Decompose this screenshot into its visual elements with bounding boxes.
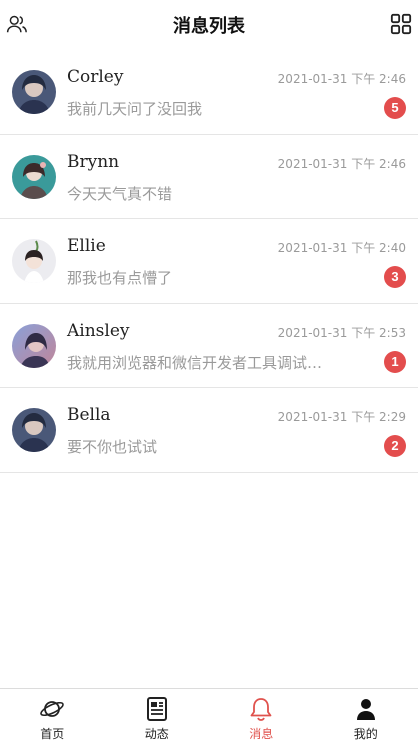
header-bar: 消息列表 [0,0,418,50]
unread-badge: 2 [384,435,406,457]
message-time: 2021-01-31 下午 2:29 [277,410,406,424]
message-preview: 要不你也试试 [67,438,158,456]
message-item-ainsley[interactable]: Ainsley 2021-01-31 下午 2:53 我就用浏览器和微信开发者工… [0,304,418,388]
avatar [12,323,56,368]
contact-name: Corley [67,67,124,87]
avatar [12,70,56,114]
unread-badge: 5 [384,97,406,119]
contacts-icon[interactable] [6,13,28,35]
contact-name: Ainsley [67,320,130,341]
tab-feed[interactable]: 动态 [105,689,210,744]
message-preview: 今天天气真不错 [67,184,173,203]
tab-label: 我的 [353,727,378,741]
unread-badge: 3 [384,266,406,288]
bell-icon [250,698,272,721]
tab-home[interactable]: 首页 [0,689,105,744]
contact-name: Bella [67,405,111,425]
bottom-tab-bar: 首页 动态 消息 我的 [0,688,418,744]
message-list: Corley 2021-01-31 下午 2:46 我前几天问了没回我 5 Br… [0,50,418,473]
message-preview: 我前几天问了没回我 [67,100,203,118]
message-item-bella[interactable]: Bella 2021-01-31 下午 2:29 要不你也试试 2 [0,388,418,473]
contact-name: Brynn [67,151,120,172]
message-time: 2021-01-31 下午 2:40 [277,241,406,255]
message-item-ellie[interactable]: Ellie 2021-01-31 下午 2:40 那我也有点懵了 3 [0,219,418,304]
contact-name: Ellie [67,236,106,256]
message-time: 2021-01-31 下午 2:46 [277,156,406,171]
tab-mine[interactable]: 我的 [314,689,418,744]
tab-label: 动态 [144,727,169,741]
message-item-brynn[interactable]: Brynn 2021-01-31 下午 2:46 今天天气真不错 [0,135,418,219]
document-icon [146,697,167,721]
avatar [12,154,56,199]
user-icon [356,699,375,720]
message-item-corley[interactable]: Corley 2021-01-31 下午 2:46 我前几天问了没回我 5 [0,50,418,135]
planet-icon [40,701,65,717]
tab-messages[interactable]: 消息 [209,689,314,744]
message-time: 2021-01-31 下午 2:46 [277,72,406,86]
page-title: 消息列表 [173,16,245,37]
avatar [12,239,56,283]
avatar [12,408,56,452]
message-preview: 我就用浏览器和微信开发者工具调试… [67,353,323,372]
message-preview: 那我也有点懵了 [67,269,173,287]
tab-label: 首页 [40,727,65,741]
tab-label: 消息 [249,727,274,741]
message-time: 2021-01-31 下午 2:53 [277,325,406,340]
unread-badge: 1 [384,350,406,373]
grid-icon[interactable] [390,13,412,35]
